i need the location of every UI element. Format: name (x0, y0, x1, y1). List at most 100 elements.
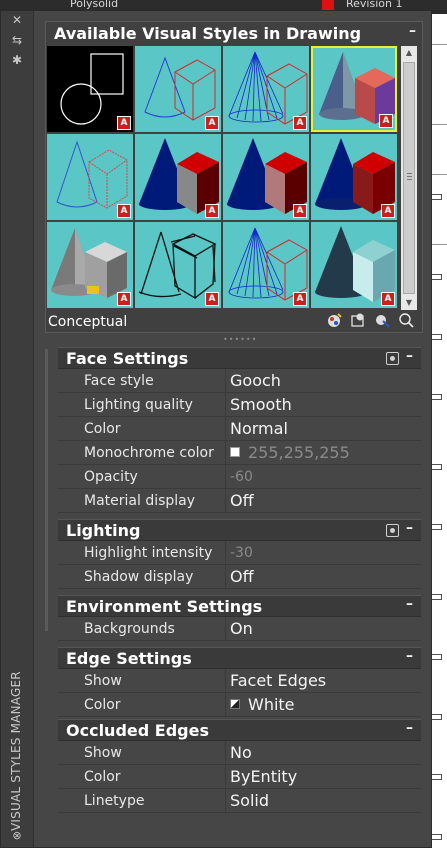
shaded-with-edges-thumbnail[interactable]: A (223, 134, 309, 220)
opacity-row[interactable]: Opacity -60 (58, 465, 421, 489)
available-styles-panel: Available Visual Styles in Drawing – A A… (45, 21, 423, 333)
occluded-edges-header[interactable]: Occluded Edges – (58, 719, 421, 741)
environment-settings-header[interactable]: Environment Settings – (58, 595, 421, 617)
lighting-toggle-icon[interactable] (386, 524, 399, 537)
monochrome-value: 255,255,255 (248, 443, 350, 462)
property-name: Show (84, 745, 122, 761)
face-settings-toggle-icon[interactable] (386, 352, 399, 365)
edge-show-row[interactable]: Show Facet Edges (58, 669, 421, 693)
property-name: Monochrome color (84, 445, 214, 461)
shades-of-gray-thumbnail[interactable]: A (311, 134, 397, 220)
face-color-row[interactable]: Color Normal (58, 417, 421, 441)
white-color-swatch (230, 446, 240, 457)
panel-splitter[interactable]: •••••• (223, 335, 257, 344)
wireframe-thumbnail[interactable]: A (135, 46, 221, 132)
styles-panel-title: Available Visual Styles in Drawing (54, 24, 362, 43)
monochrome-color-row[interactable]: Monochrome color 255,255,255 (58, 441, 421, 465)
property-name: Opacity (84, 469, 138, 485)
scroll-thumb[interactable] (403, 62, 415, 294)
scroll-up-arrow-icon[interactable]: ▲ (401, 46, 417, 60)
palette-vertical-title: VISUAL STYLES MANAGER (9, 671, 23, 831)
property-value[interactable]: Off (230, 567, 254, 586)
autocad-icon: A (293, 116, 307, 130)
shaded-thumbnail[interactable]: A (135, 134, 221, 220)
property-name: Lighting quality (84, 397, 193, 413)
property-name: Color (84, 769, 121, 785)
sketchy-thumbnail[interactable]: A (47, 222, 133, 308)
occluded-color-row[interactable]: Color ByEntity (58, 765, 421, 789)
2d-wireframe-thumbnail[interactable]: A (47, 46, 133, 132)
blue-wireframe-thumbnail[interactable]: A (223, 222, 309, 308)
polysolid-label: Polysolid (70, 0, 119, 10)
collapse-face-settings-button[interactable]: – (406, 348, 413, 364)
property-value[interactable]: -30 (230, 545, 253, 561)
property-name: Show (84, 673, 122, 689)
collapse-edge-settings-button[interactable]: – (406, 648, 413, 664)
autocad-icon: A (117, 116, 131, 130)
autocad-icon: A (117, 204, 131, 218)
property-value[interactable]: No (230, 743, 252, 762)
realistic-thumbnail[interactable]: A (47, 134, 133, 220)
dotted-thumbnail[interactable]: A (311, 222, 397, 308)
lighting-header[interactable]: Lighting – (58, 519, 421, 541)
conceptual-thumbnail[interactable]: A (311, 46, 397, 132)
lighting-quality-row[interactable]: Lighting quality Smooth (58, 393, 421, 417)
autocad-icon: A (205, 204, 219, 218)
revision-color-swatch (322, 0, 334, 10)
current-style-name: Conceptual (48, 314, 128, 330)
property-value[interactable]: Facet Edges (230, 671, 326, 690)
highlight-intensity-row[interactable]: Highlight intensity -30 (58, 541, 421, 565)
delete-visual-style-icon[interactable] (398, 312, 414, 328)
properties-scrollbar[interactable] (45, 349, 48, 631)
occluded-linetype-row[interactable]: Linetype Solid (58, 789, 421, 813)
face-settings-title: Face Settings (66, 349, 189, 368)
styles-scrollbar[interactable]: ▲ ▼ (401, 46, 417, 310)
edge-color-value: White (248, 695, 295, 714)
property-value[interactable]: White (230, 695, 295, 714)
scroll-down-arrow-icon[interactable]: ▼ (401, 296, 417, 310)
property-value[interactable]: ByEntity (230, 767, 297, 786)
apply-to-viewport-icon[interactable] (350, 312, 366, 328)
hidden-thumbnail[interactable]: A (223, 46, 309, 132)
close-icon[interactable]: ✕ (10, 13, 24, 27)
property-value[interactable]: Solid (230, 791, 269, 810)
property-value[interactable]: Gooch (230, 371, 281, 390)
auto-hide-icon[interactable]: ⇆ (10, 33, 24, 47)
backgrounds-row[interactable]: Backgrounds On (58, 617, 421, 641)
x-ray-thumbnail[interactable]: A (135, 222, 221, 308)
property-value[interactable]: Smooth (230, 395, 292, 414)
palette-title-strip[interactable]: ✕ ⇆ ✱ VISUAL STYLES MANAGER ⊗ (1, 11, 34, 847)
collapse-occluded-edges-button[interactable]: – (406, 720, 413, 736)
collapse-lighting-button[interactable]: – (406, 520, 413, 536)
autocad-icon: A (117, 292, 131, 306)
property-name: Linetype (84, 793, 145, 809)
property-value[interactable]: On (230, 619, 253, 638)
visual-styles-grid: A A A A A A A A A A A A (47, 46, 399, 310)
edge-color-row[interactable]: Color White (58, 693, 421, 717)
shadow-display-row[interactable]: Shadow display Off (58, 565, 421, 589)
edge-settings-title: Edge Settings (66, 649, 192, 668)
collapse-environment-button[interactable]: – (406, 596, 413, 612)
palette-settings-icon[interactable]: ⊗ (10, 829, 24, 843)
face-settings-header[interactable]: Face Settings – (58, 347, 421, 369)
white-color-swatch (230, 698, 240, 709)
autocad-icon: A (293, 204, 307, 218)
property-value[interactable]: 255,255,255 (230, 443, 350, 462)
occluded-show-row[interactable]: Show No (58, 741, 421, 765)
property-name: Color (84, 697, 121, 713)
properties-icon[interactable]: ✱ (10, 53, 24, 67)
export-to-tool-palette-icon[interactable] (374, 312, 390, 328)
edge-settings-header[interactable]: Edge Settings – (58, 647, 421, 669)
face-style-row[interactable]: Face style Gooch (58, 369, 421, 393)
property-value[interactable]: -60 (230, 469, 253, 485)
revision-label: Revision 1 (346, 0, 403, 10)
property-name: Highlight intensity (84, 545, 213, 561)
property-value[interactable]: Off (230, 491, 254, 510)
property-value[interactable]: Normal (230, 419, 288, 438)
create-visual-style-icon[interactable] (326, 312, 342, 328)
lighting-title: Lighting (66, 521, 141, 540)
collapse-styles-button[interactable]: – (409, 23, 416, 39)
material-display-row[interactable]: Material display Off (58, 489, 421, 513)
autocad-icon: A (381, 204, 395, 218)
property-name: Face style (84, 373, 154, 389)
